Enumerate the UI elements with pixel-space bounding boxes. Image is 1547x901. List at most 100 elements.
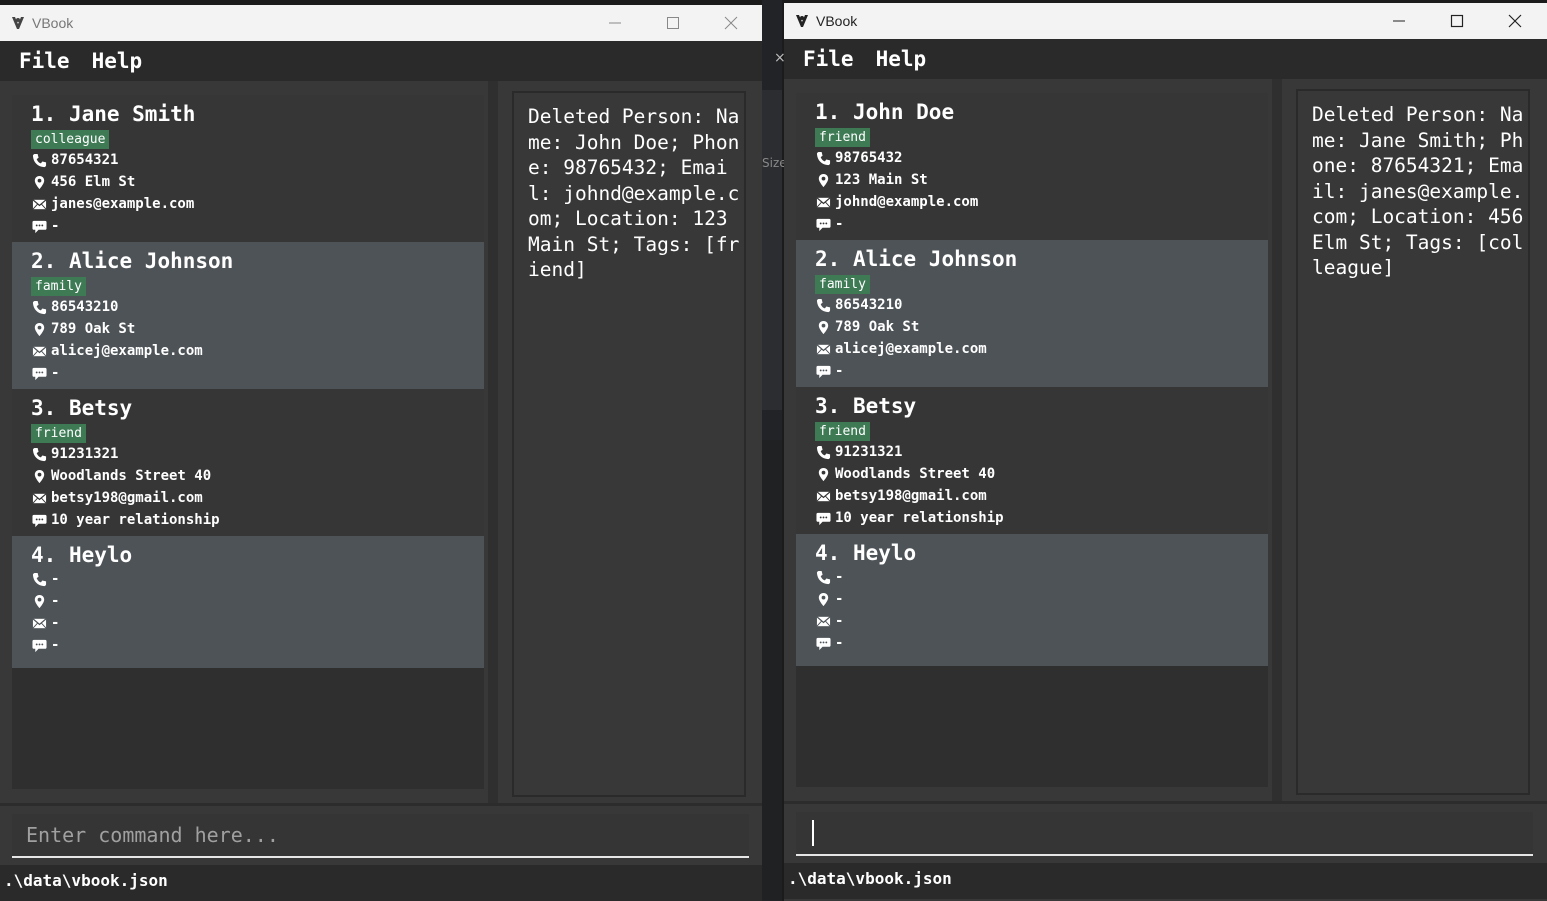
speech-bubble-icon (31, 218, 47, 234)
address-field: 789 Oak St (815, 316, 1268, 338)
remark-field: - (815, 213, 1268, 235)
address-field: 789 Oak St (31, 318, 484, 340)
command-input[interactable] (12, 814, 749, 858)
envelope-icon (815, 194, 831, 210)
minimize-button[interactable] (1370, 3, 1428, 39)
person-tag: friend (31, 424, 86, 443)
menu-bar: File Help (0, 41, 762, 81)
phone-icon (815, 150, 831, 166)
vbook-window-left: VBook File Help 1. Jane Smith colleague … (0, 5, 762, 901)
maximize-icon (667, 17, 679, 29)
person-card[interactable]: 3. Betsy friend 91231321 Woodlands Stree… (12, 389, 484, 536)
close-button[interactable] (1486, 3, 1544, 39)
address-field: - (31, 590, 484, 612)
envelope-icon (815, 488, 831, 504)
maximize-button[interactable] (1428, 3, 1486, 39)
location-pin-icon (815, 466, 831, 482)
result-display: Deleted Person: Name: John Doe; Phone: 9… (512, 91, 746, 797)
address-field: 123 Main St (815, 169, 1268, 191)
location-pin-icon (815, 319, 831, 335)
close-icon (1508, 14, 1522, 28)
close-button[interactable] (702, 5, 760, 41)
result-display: Deleted Person: Name: Jane Smith; Phone:… (1296, 89, 1530, 795)
email-field: betsy198@gmail.com (31, 487, 484, 509)
vbook-window-right: VBook File Help 1. John Doe friend 98765… (784, 3, 1547, 901)
remark-field: - (31, 215, 484, 237)
email-field: - (31, 612, 484, 634)
minimize-icon (609, 22, 621, 24)
remark-field: - (31, 362, 484, 384)
address-field: 456 Elm St (31, 171, 484, 193)
phone-icon (815, 569, 831, 585)
speech-bubble-icon (815, 635, 831, 651)
vbook-logo-icon (796, 15, 808, 27)
menu-help[interactable]: Help (865, 47, 938, 71)
menu-file[interactable]: File (8, 49, 81, 73)
title-bar[interactable]: VBook (0, 5, 762, 41)
command-area (0, 803, 762, 866)
split-pane-divider[interactable] (488, 81, 498, 803)
email-field: betsy198@gmail.com (815, 485, 1268, 507)
person-card[interactable]: 2. Alice Johnson family 86543210 789 Oak… (12, 242, 484, 389)
email-field: johnd@example.com (815, 191, 1268, 213)
window-title: VBook (816, 13, 858, 29)
phone-field: - (31, 568, 484, 590)
menu-help[interactable]: Help (81, 49, 154, 73)
person-card[interactable]: 4. Heylo - - - - (796, 534, 1268, 666)
person-card[interactable]: 4. Heylo - - - - (12, 536, 484, 668)
person-list[interactable]: 1. John Doe friend 98765432 123 Main St … (796, 93, 1268, 787)
minimize-button[interactable] (586, 5, 644, 41)
envelope-icon (31, 343, 47, 359)
address-field: Woodlands Street 40 (31, 465, 484, 487)
title-bar[interactable]: VBook (784, 3, 1547, 39)
phone-field: 98765432 (815, 147, 1268, 169)
location-pin-icon (815, 591, 831, 607)
window-title: VBook (32, 15, 74, 31)
phone-field: 86543210 (815, 294, 1268, 316)
result-text: Deleted Person: Name: Jane Smith; Phone:… (1312, 103, 1536, 279)
menu-file[interactable]: File (792, 47, 865, 71)
background-window-fragment (762, 90, 782, 410)
person-card[interactable]: 3. Betsy friend 91231321 Woodlands Stree… (796, 387, 1268, 534)
remark-field: 10 year relationship (815, 507, 1268, 529)
phone-icon (31, 446, 47, 462)
address-field: - (815, 588, 1268, 610)
person-tag: family (815, 275, 870, 294)
speech-bubble-icon (815, 216, 831, 232)
background-window-fragment (762, 440, 782, 900)
maximize-button[interactable] (644, 5, 702, 41)
person-card[interactable]: 1. Jane Smith colleague 87654321 456 Elm… (12, 95, 484, 242)
person-list[interactable]: 1. Jane Smith colleague 87654321 456 Elm… (12, 95, 484, 789)
speech-bubble-icon (815, 363, 831, 379)
result-text: Deleted Person: Name: John Doe; Phone: 9… (528, 105, 740, 281)
person-name: 3. Betsy (31, 396, 133, 420)
person-name: 1. John Doe (815, 100, 955, 124)
phone-field: - (815, 566, 1268, 588)
person-tag: colleague (31, 130, 110, 149)
person-tag: family (31, 277, 86, 296)
command-input[interactable] (796, 812, 1533, 856)
email-field: alicej@example.com (815, 338, 1268, 360)
phone-icon (815, 444, 831, 460)
location-pin-icon (815, 172, 831, 188)
location-pin-icon (31, 174, 47, 190)
person-card[interactable]: 1. John Doe friend 98765432 123 Main St … (796, 93, 1268, 240)
status-bar: .\data\vbook.json (784, 863, 1547, 899)
split-pane-divider[interactable] (1272, 79, 1282, 801)
phone-icon (815, 297, 831, 313)
location-pin-icon (31, 593, 47, 609)
envelope-icon (31, 615, 47, 631)
status-bar: .\data\vbook.json (0, 865, 762, 901)
remark-field: - (815, 632, 1268, 654)
email-field: janes@example.com (31, 193, 484, 215)
person-name: 1. Jane Smith (31, 102, 196, 126)
phone-field: 86543210 (31, 296, 484, 318)
envelope-icon (31, 196, 47, 212)
maximize-icon (1450, 14, 1464, 28)
person-card[interactable]: 2. Alice Johnson family 86543210 789 Oak… (796, 240, 1268, 387)
phone-icon (31, 152, 47, 168)
remark-field: - (815, 360, 1268, 382)
phone-field: 91231321 (31, 443, 484, 465)
person-name: 2. Alice Johnson (31, 249, 234, 273)
person-name: 2. Alice Johnson (815, 247, 1018, 271)
